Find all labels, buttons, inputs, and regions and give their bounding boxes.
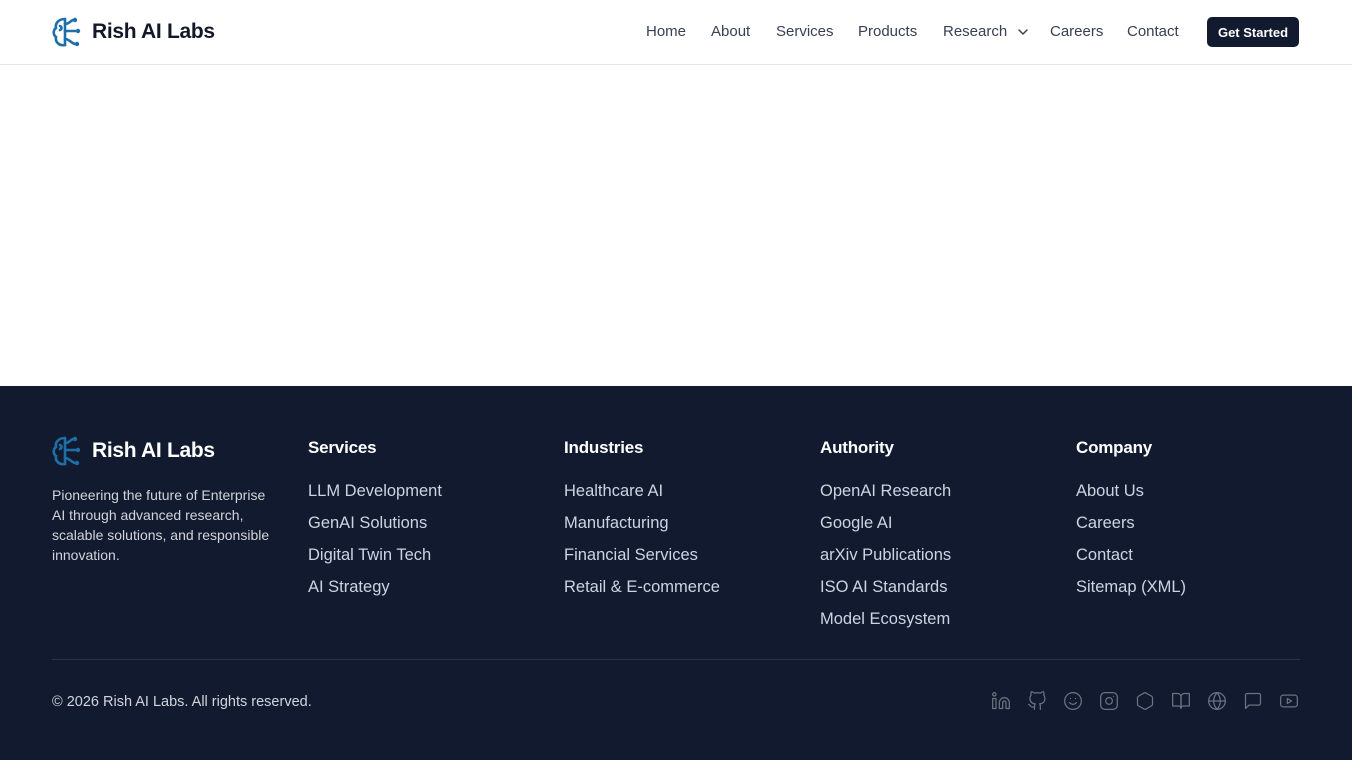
youtube-icon[interactable] <box>1279 691 1301 713</box>
nav-contact[interactable]: Contact <box>1127 23 1179 40</box>
footer-link[interactable]: Model Ecosystem <box>820 603 951 635</box>
footer-link[interactable]: OpenAI Research <box>820 475 951 507</box>
footer-link[interactable]: About Us <box>1076 475 1186 507</box>
chevron-down-icon <box>1018 29 1029 35</box>
footer-tagline: Pioneering the future of Enterprise AI t… <box>52 487 270 563</box>
footer-link[interactable]: Financial Services <box>564 539 720 571</box>
footer-link[interactable]: Retail & E-commerce <box>564 571 720 603</box>
footer-column-title: Services <box>308 438 377 457</box>
nav-products[interactable]: Products <box>858 23 917 40</box>
footer-brand-name: Rish AI Labs <box>92 439 215 462</box>
footer-link[interactable]: Healthcare AI <box>564 475 720 507</box>
footer-brand[interactable]: Rish AI Labs <box>52 435 215 467</box>
footer-column-company: Company About Us Careers Contact Sitemap… <box>1076 438 1186 603</box>
linkedin-icon[interactable] <box>991 691 1013 713</box>
main-nav: Home About Services Products Research Ca… <box>0 0 1352 64</box>
brain-logo-icon <box>52 436 81 466</box>
instagram-icon[interactable] <box>1099 691 1121 713</box>
nav-research-label: Research <box>943 23 1008 40</box>
site-header: Rish AI Labs Home About Services Product… <box>0 0 1352 65</box>
footer-link[interactable]: GenAI Solutions <box>308 507 442 539</box>
footer-column-industries: Industries Healthcare AI Manufacturing F… <box>564 438 720 603</box>
book-icon[interactable] <box>1171 691 1193 713</box>
footer-link[interactable]: Sitemap (XML) <box>1076 571 1186 603</box>
site-footer: Rish AI Labs Pioneering the future of En… <box>0 386 1352 760</box>
smile-icon[interactable] <box>1063 691 1085 713</box>
footer-column-authority: Authority OpenAI Research Google AI arXi… <box>820 438 951 635</box>
footer-column-title: Company <box>1076 438 1153 457</box>
footer-column-title: Industries <box>564 438 644 457</box>
main-content <box>0 65 1352 386</box>
footer-column-services: Services LLM Development GenAI Solutions… <box>308 438 442 603</box>
footer-link[interactable]: Contact <box>1076 539 1186 571</box>
footer-link[interactable]: Google AI <box>820 507 951 539</box>
footer-link[interactable]: Manufacturing <box>564 507 720 539</box>
footer-column-title: Authority <box>820 438 894 457</box>
nav-home[interactable]: Home <box>646 23 686 40</box>
github-icon[interactable] <box>1027 691 1049 713</box>
get-started-button[interactable]: Get Started <box>1207 17 1299 47</box>
nav-research[interactable]: Research <box>943 23 1029 40</box>
footer-link[interactable]: Digital Twin Tech <box>308 539 442 571</box>
footer-divider <box>52 659 1300 660</box>
footer-link[interactable]: arXiv Publications <box>820 539 951 571</box>
nav-services[interactable]: Services <box>776 23 834 40</box>
social-links <box>0 691 1352 713</box>
nav-careers[interactable]: Careers <box>1050 23 1103 40</box>
footer-link[interactable]: LLM Development <box>308 475 442 507</box>
chat-icon[interactable] <box>1243 691 1265 713</box>
footer-link[interactable]: AI Strategy <box>308 571 442 603</box>
nav-about[interactable]: About <box>711 23 750 40</box>
footer-link[interactable]: ISO AI Standards <box>820 571 951 603</box>
globe-icon[interactable] <box>1207 691 1229 713</box>
hexagon-icon[interactable] <box>1135 691 1157 713</box>
footer-link[interactable]: Careers <box>1076 507 1186 539</box>
